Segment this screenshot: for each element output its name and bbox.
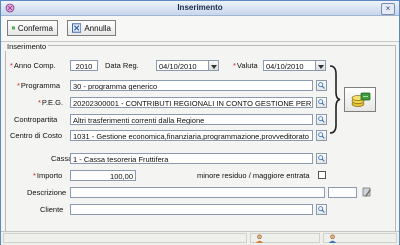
pencil-icon[interactable] — [362, 186, 372, 198]
user-icon — [329, 234, 336, 243]
status-bar — [1, 231, 399, 245]
confirm-label: Conferma — [17, 23, 53, 33]
status-cell-main — [3, 233, 247, 243]
programma-field[interactable]: 30 - programma generico — [70, 80, 313, 91]
centro-costo-search-icon[interactable] — [316, 130, 327, 141]
brace-decoration — [329, 65, 341, 134]
anno-comp-field[interactable]: 2010 — [70, 60, 98, 71]
anno-comp-label: *Anno Comp. — [10, 61, 56, 70]
contropartita-field[interactable]: Altri trasferimenti correnti dalla Regio… — [70, 114, 313, 125]
peg-label: *P.E.G. — [38, 98, 64, 107]
descrizione-field[interactable] — [70, 187, 325, 198]
dialog-window: Inserimento × Conferma Annulla Inserimen… — [0, 0, 400, 245]
contropartita-search-icon[interactable] — [316, 114, 327, 125]
data-reg-field[interactable]: 04/10/2010 — [156, 60, 209, 71]
cancel-label: Annulla — [84, 23, 111, 33]
toolbar: Conferma Annulla — [1, 16, 399, 42]
descrizione-extra-field[interactable] — [328, 187, 357, 198]
descrizione-label: Descrizione — [27, 188, 67, 197]
cliente-search-icon[interactable] — [316, 204, 327, 215]
programma-search-icon[interactable] — [316, 80, 327, 91]
data-reg-label: Data Reg. — [105, 61, 139, 70]
programma-label: *Programma — [17, 81, 61, 90]
user-icon — [256, 234, 263, 243]
contropartita-label: Contropartita — [14, 115, 58, 124]
valuta-dropdown-button[interactable] — [316, 60, 326, 71]
close-button[interactable]: × — [381, 3, 395, 15]
coins-icon — [351, 92, 371, 107]
status-cell-user — [250, 233, 320, 243]
data-reg-dropdown-button[interactable] — [209, 60, 219, 71]
accounting-action-button[interactable] — [344, 87, 376, 112]
confirm-button[interactable]: Conferma — [7, 20, 58, 36]
close-icon: × — [385, 4, 391, 13]
valuta-field[interactable]: 04/10/2010 — [263, 60, 316, 71]
window-title: Inserimento — [177, 3, 223, 12]
centro-costo-label: Centro di Costo — [10, 131, 63, 140]
status-cell-user-2 — [323, 233, 397, 243]
minore-residuo-label: minore residuo / maggiore entrata — [197, 171, 310, 180]
peg-search-icon[interactable] — [316, 97, 327, 108]
cassa-search-icon[interactable] — [316, 153, 327, 164]
peg-field[interactable]: 20202300001 - CONTRIBUTI REGIONALI IN CO… — [70, 97, 313, 108]
importo-field[interactable]: 100,00 — [70, 170, 136, 181]
title-bar: Inserimento × — [1, 1, 399, 16]
minore-residuo-checkbox[interactable] — [318, 171, 326, 179]
cancel-button[interactable]: Annulla — [67, 20, 116, 36]
importo-label: *Importo — [33, 171, 63, 180]
centro-costo-field[interactable]: 1031 - Gestione economica,finanziaria,pr… — [70, 130, 313, 141]
valuta-label: *Valuta — [233, 61, 258, 70]
cliente-label: Cliente — [40, 205, 64, 214]
cliente-field[interactable] — [70, 204, 313, 215]
cancel-icon — [72, 23, 82, 33]
check-icon — [12, 26, 15, 30]
cassa-field[interactable]: 1 - Cassa tesoreria Fruttifera — [70, 153, 313, 164]
group-legend: Inserimento — [5, 42, 49, 51]
